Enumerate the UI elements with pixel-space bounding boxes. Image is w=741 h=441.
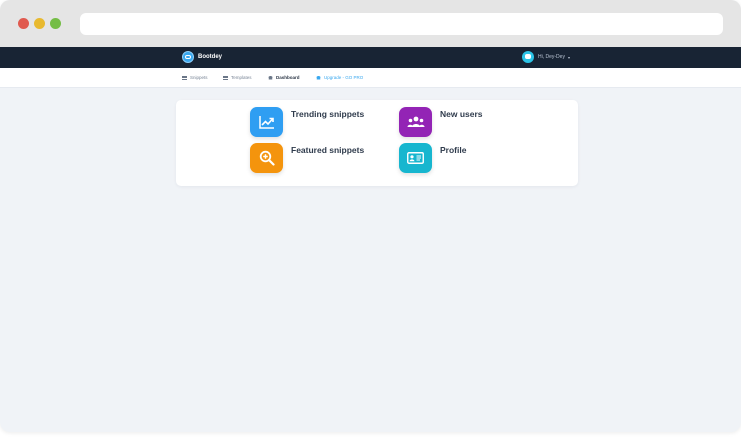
tile-label: Profile	[440, 145, 467, 155]
home-icon	[268, 75, 273, 80]
user-avatar-icon	[522, 51, 534, 63]
address-bar[interactable]	[80, 13, 723, 35]
tile-label: Featured snippets	[291, 145, 365, 155]
chevron-down-icon: ▾	[567, 54, 570, 60]
users-icon	[399, 107, 432, 137]
list-icon	[182, 75, 187, 80]
brand-logo-icon	[182, 51, 194, 63]
tile-label: Trending snippets	[291, 109, 365, 119]
browser-window: Bootdey Hi, Dey-Dey ▾ Snippets Templates…	[0, 0, 741, 432]
top-navbar: Bootdey Hi, Dey-Dey ▾	[0, 47, 741, 68]
grid-icon	[223, 75, 228, 80]
close-window-dot[interactable]	[18, 18, 29, 29]
brand-name: Bootdey	[198, 54, 222, 60]
subnav-item-label: Snippets	[190, 75, 208, 80]
sub-navigation: Snippets Templates Dashboard Upgrade - G…	[0, 68, 741, 88]
tile-profile[interactable]: Profile	[399, 143, 466, 173]
user-greeting: Hi, Dey-Dey	[538, 54, 565, 60]
upgrade-icon	[316, 75, 321, 80]
id-card-icon	[399, 143, 432, 173]
search-zoom-icon	[250, 143, 283, 173]
trending-chart-icon	[250, 107, 283, 137]
subnav-item-label: Upgrade - GO PRO	[324, 75, 364, 80]
user-menu[interactable]: Hi, Dey-Dey ▾	[522, 51, 570, 63]
subnav-item-dashboard[interactable]: Dashboard	[268, 75, 300, 80]
dashboard-card: Trending snippets New users Featured sni…	[176, 100, 578, 186]
tile-featured-snippets[interactable]: Featured snippets	[250, 143, 364, 173]
maximize-window-dot[interactable]	[50, 18, 61, 29]
brand-link[interactable]: Bootdey	[182, 51, 222, 63]
subnav-item-label: Dashboard	[276, 75, 300, 80]
subnav-item-snippets[interactable]: Snippets	[182, 75, 208, 80]
minimize-window-dot[interactable]	[34, 18, 45, 29]
browser-chrome	[0, 0, 741, 47]
tile-label: New users	[440, 109, 483, 119]
tile-trending-snippets[interactable]: Trending snippets	[250, 107, 364, 137]
subnav-item-upgrade[interactable]: Upgrade - GO PRO	[316, 75, 363, 80]
tile-new-users[interactable]: New users	[399, 107, 483, 137]
subnav-item-templates[interactable]: Templates	[223, 75, 252, 80]
subnav-item-label: Templates	[231, 75, 252, 80]
